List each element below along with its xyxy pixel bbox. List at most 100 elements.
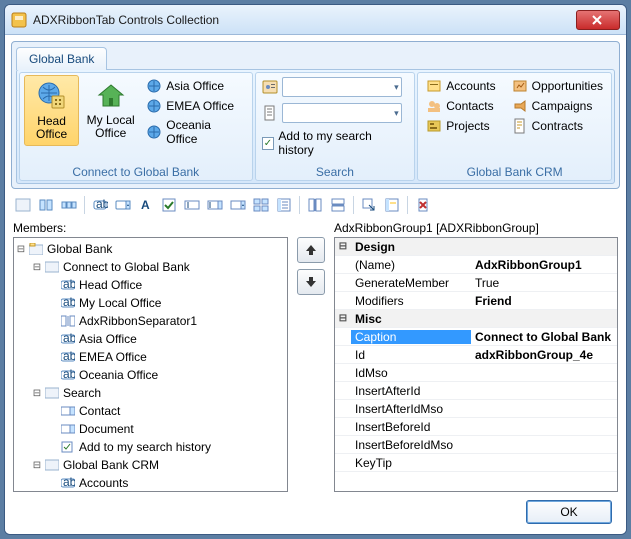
tool-dialoglauncher-icon[interactable] (359, 195, 379, 215)
campaigns-button[interactable]: Campaigns (508, 97, 607, 115)
tool-combobox-icon[interactable] (205, 195, 225, 215)
prop-category[interactable]: ⊟Misc (335, 310, 617, 328)
tree-row[interactable]: Add to my search history (14, 438, 287, 456)
button-icon: ab (60, 368, 76, 382)
combobox-icon (60, 404, 76, 418)
svg-text:ab: ab (63, 333, 75, 345)
tree-row[interactable]: abAsia Office (14, 330, 287, 348)
app-icon (11, 12, 27, 28)
history-checkbox[interactable]: ✓ (262, 137, 275, 150)
asia-office-button[interactable]: Asia Office (142, 77, 247, 95)
contacts-button[interactable]: Contacts (422, 97, 499, 115)
accounts-icon (426, 78, 442, 94)
tool-buttongroup-icon[interactable] (59, 195, 79, 215)
members-tree[interactable]: ⊟Global Bank ⊟Connect to Global Bank abH… (13, 237, 288, 492)
prop-row[interactable]: KeyTip (335, 454, 617, 472)
svg-text:ab: ab (96, 197, 108, 211)
prop-category[interactable]: ⊟Design (335, 238, 617, 256)
button-icon: ab (60, 476, 76, 490)
close-button[interactable] (576, 10, 620, 30)
ok-button[interactable]: OK (526, 500, 612, 524)
tree-row[interactable]: abHead Office (14, 276, 287, 294)
tree-row[interactable]: ⊟Search (14, 384, 287, 402)
tree-row[interactable]: Contact (14, 402, 287, 420)
prop-row[interactable]: InsertAfterIdMso (335, 400, 617, 418)
prop-row-selected[interactable]: CaptionConnect to Global Bank (335, 328, 617, 346)
move-up-button[interactable] (297, 237, 325, 263)
property-grid[interactable]: ⊟Design (Name)AdxRibbonGroup1 GenerateMe… (334, 237, 618, 492)
tool-editbox-icon[interactable] (182, 195, 202, 215)
opportunities-button[interactable]: Opportunities (508, 77, 607, 95)
tool-menu-icon[interactable] (274, 195, 294, 215)
window-title: ADXRibbonTab Controls Collection (33, 13, 576, 27)
projects-icon (426, 118, 442, 134)
tree-row[interactable]: abAccounts (14, 474, 287, 492)
prop-row[interactable]: IdadxRibbonGroup_4e (335, 346, 617, 364)
prop-row[interactable]: IdMso (335, 364, 617, 382)
dialog-window: ADXRibbonTab Controls Collection Global … (4, 4, 627, 535)
house-icon (95, 79, 127, 111)
contracts-icon (512, 118, 528, 134)
prop-row[interactable]: InsertBeforeIdMso (335, 436, 617, 454)
move-down-button[interactable] (297, 269, 325, 295)
document-icon (262, 105, 278, 121)
tool-group-icon[interactable] (13, 195, 33, 215)
tool-label-icon[interactable]: A (136, 195, 156, 215)
content-area: Global Bank Head Office (5, 35, 626, 534)
contracts-button[interactable]: Contracts (508, 117, 607, 135)
svg-text:ab: ab (63, 369, 75, 381)
oceania-office-button[interactable]: Oceania Office (142, 117, 247, 147)
tree-row[interactable]: ⊟Global Bank CRM (14, 456, 287, 474)
emea-office-button[interactable]: EMEA Office (142, 97, 247, 115)
tree-row[interactable]: AdxRibbonSeparator1 (14, 312, 287, 330)
document-combo[interactable]: ▾ (282, 103, 402, 123)
projects-button[interactable]: Projects (422, 117, 499, 135)
separator-icon (60, 314, 76, 328)
globe-icon (146, 78, 162, 94)
local-office-button[interactable]: My Local Office (83, 75, 138, 144)
tool-gallery-icon[interactable] (251, 195, 271, 215)
prop-row[interactable]: (Name)AdxRibbonGroup1 (335, 256, 617, 274)
svg-text:A: A (141, 198, 150, 212)
tool-split-icon[interactable] (113, 195, 133, 215)
local-office-label: My Local Office (85, 114, 136, 140)
tool-menuseparator-icon[interactable] (328, 195, 348, 215)
tree-row[interactable]: abEMEA Office (14, 348, 287, 366)
contacts-icon (426, 98, 442, 114)
group-icon (44, 458, 60, 472)
button-icon: ab (60, 296, 76, 310)
combobox-icon (60, 422, 76, 436)
tree-row[interactable]: ⊟Connect to Global Bank (14, 258, 287, 276)
campaigns-icon (512, 98, 528, 114)
prop-row[interactable]: InsertBeforeId (335, 418, 617, 436)
globe-icon (146, 124, 162, 140)
titlebar[interactable]: ADXRibbonTab Controls Collection (5, 5, 626, 35)
contact-combo[interactable]: ▾ (282, 77, 402, 97)
tool-separator-icon[interactable] (305, 195, 325, 215)
prop-row[interactable]: GenerateMemberTrue (335, 274, 617, 292)
tool-dropdown-icon[interactable] (228, 195, 248, 215)
tree-row[interactable]: abMy Local Office (14, 294, 287, 312)
group-icon (44, 260, 60, 274)
globe-icon (146, 98, 162, 114)
svg-text:ab: ab (63, 297, 75, 309)
head-office-button[interactable]: Head Office (24, 75, 79, 146)
ribbon-group-connect: Head Office My Local Office Asia Office (19, 72, 253, 181)
tool-item-icon[interactable] (382, 195, 402, 215)
tool-button-icon[interactable]: ab (90, 195, 110, 215)
tool-checkbox-icon[interactable] (159, 195, 179, 215)
accounts-button[interactable]: Accounts (422, 77, 499, 95)
members-label: Members: (13, 219, 288, 237)
tool-delete-icon[interactable] (413, 195, 433, 215)
tree-row[interactable]: abOceania Office (14, 366, 287, 384)
group-label-search: Search (260, 163, 411, 180)
tree-row[interactable]: Document (14, 420, 287, 438)
group-icon (44, 386, 60, 400)
prop-row[interactable]: ModifiersFriend (335, 292, 617, 310)
tree-row[interactable]: ⊟Global Bank (14, 240, 287, 258)
svg-text:ab: ab (63, 351, 75, 363)
ribbon-tab[interactable]: Global Bank (16, 47, 107, 70)
prop-row[interactable]: InsertAfterId (335, 382, 617, 400)
tool-box-icon[interactable] (36, 195, 56, 215)
ribbon-preview: Global Bank Head Office (11, 41, 620, 189)
